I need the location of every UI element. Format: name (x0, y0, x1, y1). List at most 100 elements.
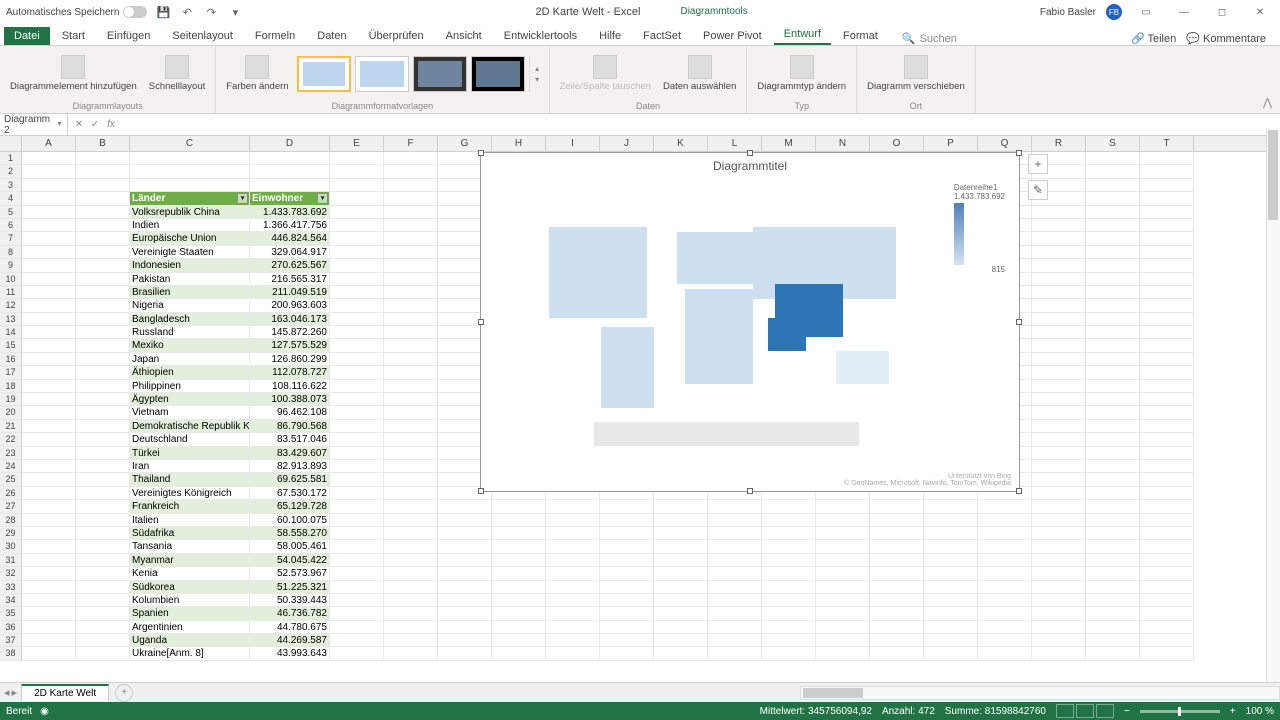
cell[interactable] (22, 540, 76, 553)
cell[interactable] (816, 647, 870, 660)
cell[interactable]: 1.433.783.692 (250, 206, 330, 219)
column-header[interactable]: T (1140, 136, 1194, 151)
cell[interactable] (1032, 607, 1086, 620)
cell[interactable] (924, 634, 978, 647)
cell[interactable]: 86.790.568 (250, 420, 330, 433)
cell[interactable] (1086, 339, 1140, 352)
cell[interactable] (1032, 339, 1086, 352)
cell[interactable] (76, 326, 130, 339)
cell[interactable] (76, 634, 130, 647)
cell[interactable] (384, 219, 438, 232)
cell[interactable] (22, 607, 76, 620)
cell[interactable] (22, 647, 76, 660)
cell[interactable] (330, 500, 384, 513)
cell[interactable] (384, 540, 438, 553)
tab-factset[interactable]: FactSet (633, 27, 691, 45)
cell[interactable] (384, 621, 438, 634)
cell[interactable] (654, 634, 708, 647)
cell[interactable] (1140, 420, 1194, 433)
zoom-in-icon[interactable]: + (1230, 706, 1236, 717)
cell[interactable] (654, 581, 708, 594)
cell[interactable] (1140, 259, 1194, 272)
cell[interactable] (870, 594, 924, 607)
cell[interactable] (384, 152, 438, 165)
cell[interactable] (816, 540, 870, 553)
cell[interactable] (1140, 313, 1194, 326)
cell[interactable] (1032, 380, 1086, 393)
cell[interactable] (330, 286, 384, 299)
column-header[interactable]: J (600, 136, 654, 151)
row-header[interactable]: 25 (0, 473, 22, 486)
cell[interactable] (978, 621, 1032, 634)
cell[interactable] (816, 500, 870, 513)
cell[interactable]: Japan (130, 353, 250, 366)
cell[interactable] (1140, 514, 1194, 527)
cell[interactable] (330, 647, 384, 660)
cell[interactable] (22, 165, 76, 178)
cell[interactable] (546, 540, 600, 553)
cell[interactable] (978, 567, 1032, 580)
cell[interactable] (1086, 206, 1140, 219)
column-header[interactable]: R (1032, 136, 1086, 151)
cell[interactable] (330, 192, 384, 205)
cell[interactable] (22, 192, 76, 205)
cell[interactable] (1032, 393, 1086, 406)
cell[interactable] (1032, 473, 1086, 486)
cell[interactable] (330, 594, 384, 607)
cell[interactable] (22, 366, 76, 379)
cell[interactable] (816, 567, 870, 580)
cell[interactable] (1032, 206, 1086, 219)
cell[interactable] (816, 581, 870, 594)
cell[interactable] (708, 647, 762, 660)
cell[interactable] (924, 647, 978, 660)
cell[interactable] (22, 326, 76, 339)
cell[interactable] (1086, 165, 1140, 178)
cell[interactable] (924, 581, 978, 594)
cell[interactable]: 69.625.581 (250, 473, 330, 486)
tab-hilfe[interactable]: Hilfe (589, 27, 631, 45)
cell[interactable] (76, 540, 130, 553)
cell[interactable] (1086, 594, 1140, 607)
sheet-nav-prev-icon[interactable]: ◂ (4, 686, 10, 699)
row-header[interactable]: 7 (0, 232, 22, 245)
cell[interactable] (492, 514, 546, 527)
column-header[interactable]: A (22, 136, 76, 151)
cell[interactable]: Tansania (130, 540, 250, 553)
cell[interactable] (762, 527, 816, 540)
cell[interactable] (330, 273, 384, 286)
cell[interactable] (924, 540, 978, 553)
chart-style-4[interactable] (471, 56, 525, 92)
cell[interactable]: Kolumbien (130, 594, 250, 607)
column-header[interactable]: D (250, 136, 330, 151)
chart-style-gallery[interactable]: ▴▾ (297, 56, 543, 92)
cell[interactable] (708, 621, 762, 634)
cell[interactable] (1032, 433, 1086, 446)
row-header[interactable]: 21 (0, 420, 22, 433)
row-header[interactable]: 12 (0, 299, 22, 312)
cell[interactable] (978, 500, 1032, 513)
cell[interactable] (384, 313, 438, 326)
cell[interactable]: 112.078.727 (250, 366, 330, 379)
cell[interactable] (330, 299, 384, 312)
cell[interactable]: Iran (130, 460, 250, 473)
cell[interactable] (250, 165, 330, 178)
cell[interactable] (1140, 192, 1194, 205)
cell[interactable] (22, 299, 76, 312)
column-header[interactable]: C (130, 136, 250, 151)
cell[interactable] (1086, 219, 1140, 232)
cell[interactable] (978, 514, 1032, 527)
cell[interactable] (384, 527, 438, 540)
cell[interactable] (870, 634, 924, 647)
cell[interactable] (546, 567, 600, 580)
cell[interactable]: 51.225.321 (250, 581, 330, 594)
cell[interactable] (1140, 447, 1194, 460)
cell[interactable]: 446.824.564 (250, 232, 330, 245)
cell[interactable] (22, 286, 76, 299)
cell[interactable] (600, 514, 654, 527)
cell[interactable]: Einwohner▾ (250, 192, 330, 205)
cell[interactable] (438, 607, 492, 620)
cell[interactable] (1086, 259, 1140, 272)
cell[interactable]: Uganda (130, 634, 250, 647)
tab-power pivot[interactable]: Power Pivot (693, 27, 772, 45)
select-all-cell[interactable] (0, 136, 22, 151)
